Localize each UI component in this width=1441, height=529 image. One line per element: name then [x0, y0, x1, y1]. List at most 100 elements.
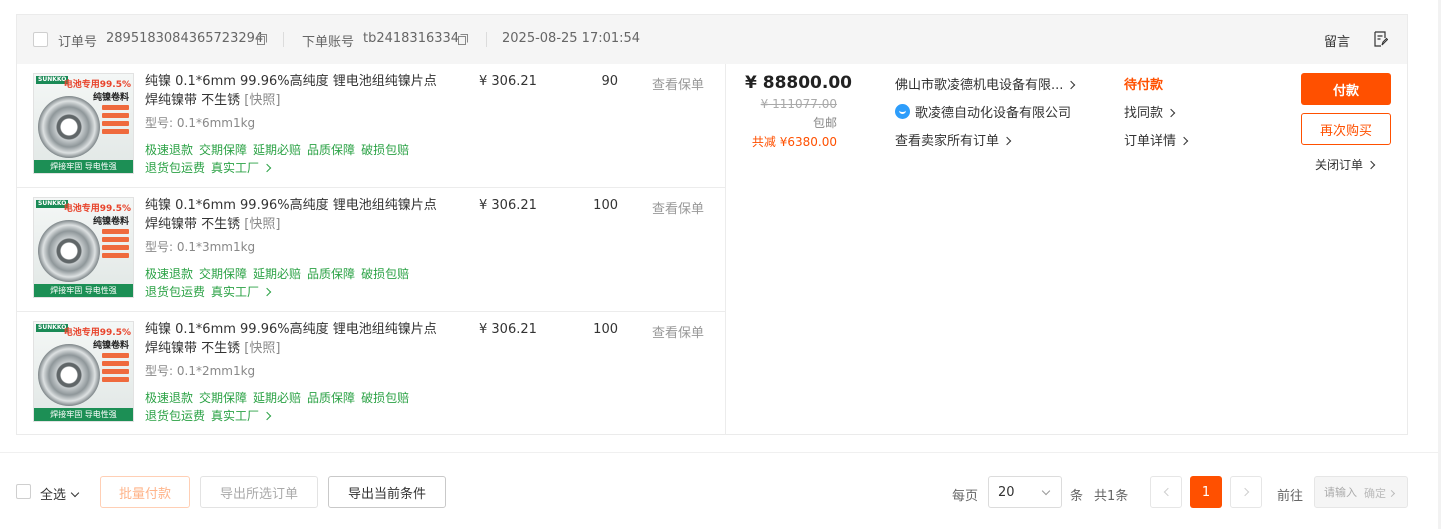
- chevron-right-icon: [1166, 108, 1176, 118]
- service-tags: 极速退款 交期保障 延期必赔 品质保障 破损包赔: [145, 389, 415, 406]
- chat-icon[interactable]: [895, 104, 910, 119]
- service-tags: 极速退款 交期保障 延期必赔 品质保障 破损包赔: [145, 141, 415, 158]
- select-all-label[interactable]: 全选: [40, 488, 66, 503]
- pay-button[interactable]: 付款: [1301, 73, 1391, 105]
- thumb-headline: 电池专用99.5%: [63, 328, 131, 338]
- goto-confirm-button[interactable]: 确定: [1364, 485, 1396, 501]
- service-tag: 交期保障: [199, 267, 248, 281]
- service-tags: 极速退款 交期保障 延期必赔 品质保障 破损包赔: [145, 265, 415, 282]
- product-title[interactable]: 纯镍 0.1*6mm 99.96%高纯度 锂电池组纯镍片点焊纯镍带 不生锈 [快…: [145, 196, 445, 234]
- service-tag: 品质保障: [307, 391, 356, 405]
- model-label: 型号:: [145, 364, 174, 378]
- order-checkbox[interactable]: [33, 32, 48, 47]
- per-page-label: 每页: [952, 489, 979, 504]
- service-tag: 极速退款: [145, 267, 194, 281]
- copy-icon[interactable]: [257, 34, 267, 45]
- quantity: 100: [593, 322, 618, 337]
- footer-divider: [0, 452, 1441, 453]
- product-title-text[interactable]: 纯镍 0.1*6mm 99.96%高纯度 锂电池组纯镍片点焊纯镍带 不生锈: [145, 74, 437, 108]
- next-page-button[interactable]: [1230, 476, 1262, 508]
- total-count: 共1条: [1094, 489, 1129, 504]
- order-detail-link[interactable]: 订单详情: [1124, 130, 1189, 149]
- model-label: 型号:: [145, 116, 174, 130]
- close-order-link[interactable]: 关闭订单: [1315, 156, 1376, 173]
- find-similar-label[interactable]: 找同款: [1124, 106, 1163, 121]
- shop-name[interactable]: 佛山市歌凌德机电设备有限...: [895, 78, 1063, 93]
- current-page-button[interactable]: 1: [1190, 476, 1222, 508]
- chevron-right-icon: [262, 163, 272, 173]
- service-tag: 延期必赔: [253, 267, 302, 281]
- page-size-select[interactable]: 20: [988, 476, 1062, 508]
- product-title[interactable]: 纯镍 0.1*6mm 99.96%高纯度 锂电池组纯镍片点焊纯镍带 不生锈 [快…: [145, 72, 445, 110]
- batch-pay-button[interactable]: 批量付款: [100, 476, 190, 508]
- product-image[interactable]: SUNKKO 电池专用99.5% 纯镍卷料 焊接牢固 导电性强: [33, 73, 134, 174]
- chevron-left-icon: [1163, 487, 1173, 497]
- unit-price: ¥ 306.21: [479, 322, 537, 337]
- service-tags[interactable]: 退货包运费 真实工厂: [145, 283, 272, 300]
- select-all-dropdown[interactable]: 全选: [40, 484, 80, 503]
- seller-all-orders-link[interactable]: 查看卖家所有订单: [895, 130, 1012, 149]
- seller-company[interactable]: 歌凌德自动化设备有限公司: [915, 106, 1071, 121]
- quantity: 90: [601, 74, 618, 89]
- service-tag: 品质保障: [307, 267, 356, 281]
- note-icon[interactable]: [1374, 31, 1388, 47]
- service-tag: 破损包赔: [361, 391, 410, 405]
- thumb-tags: [102, 229, 129, 261]
- service-tag: 极速退款: [145, 391, 194, 405]
- rebuy-button[interactable]: 再次购买: [1301, 113, 1391, 145]
- find-similar-link[interactable]: 找同款: [1124, 102, 1176, 121]
- service-tag: 退货包运费: [145, 161, 206, 175]
- product-title-text[interactable]: 纯镍 0.1*6mm 99.96%高纯度 锂电池组纯镍片点焊纯镍带 不生锈: [145, 198, 437, 232]
- product-image[interactable]: SUNKKO 电池专用99.5% 纯镍卷料 焊接牢固 导电性强: [33, 321, 134, 422]
- service-tag: 退货包运费: [145, 409, 206, 423]
- thumb-headline: 电池专用99.5%: [63, 204, 131, 214]
- product-title-text[interactable]: 纯镍 0.1*6mm 99.96%高纯度 锂电池组纯镍片点焊纯镍带 不生锈: [145, 322, 437, 356]
- account-name: tb2418316334: [363, 31, 460, 46]
- service-tags[interactable]: 退货包运费 真实工厂: [145, 159, 272, 176]
- nickel-coil-graphic: [38, 220, 100, 282]
- product-title[interactable]: 纯镍 0.1*6mm 99.96%高纯度 锂电池组纯镍片点焊纯镍带 不生锈 [快…: [145, 320, 445, 358]
- product-image[interactable]: SUNKKO 电池专用99.5% 纯镍卷料 焊接牢固 导电性强: [33, 197, 134, 298]
- chevron-right-icon: [1240, 487, 1250, 497]
- goto-label: 前往: [1277, 489, 1304, 504]
- unit-price: ¥ 306.21: [479, 198, 537, 213]
- close-order-label[interactable]: 关闭订单: [1315, 158, 1363, 172]
- copy-icon[interactable]: [458, 34, 468, 45]
- order-header: 订单号 2895183084365723294 下单账号 tb241831633…: [17, 15, 1407, 64]
- chevron-right-icon: [262, 287, 272, 297]
- snapshot-link[interactable]: [快照]: [244, 341, 280, 356]
- service-tags[interactable]: 退货包运费 真实工厂: [145, 407, 272, 424]
- chevron-right-icon: [1002, 136, 1012, 146]
- service-tag: 真实工厂: [211, 161, 260, 175]
- chevron-down-icon: [1041, 486, 1051, 496]
- goto-page-input[interactable]: [1316, 478, 1364, 506]
- discount-amount[interactable]: 共减 ¥6380.00: [737, 133, 837, 150]
- view-policy-link[interactable]: 查看保单: [652, 322, 704, 341]
- order-item: SUNKKO 电池专用99.5% 纯镍卷料 焊接牢固 导电性强 纯镍 0.1*6…: [17, 188, 725, 312]
- message-link[interactable]: 留言: [1324, 31, 1350, 50]
- thumb-tags: [102, 353, 129, 385]
- order-total: ¥ 88800.00: [745, 73, 853, 93]
- export-selected-button[interactable]: 导出所选订单: [200, 476, 318, 508]
- service-tag: 延期必赔: [253, 143, 302, 157]
- view-policy-link[interactable]: 查看保单: [652, 198, 704, 217]
- snapshot-link[interactable]: [快照]: [244, 217, 280, 232]
- order-item: SUNKKO 电池专用99.5% 纯镍卷料 焊接牢固 导电性强 纯镍 0.1*6…: [17, 312, 725, 436]
- select-all-checkbox[interactable]: [16, 484, 31, 499]
- snapshot-link[interactable]: [快照]: [244, 93, 280, 108]
- product-model: 型号: 0.1*3mm1kg: [145, 238, 255, 255]
- nickel-coil-graphic: [38, 96, 100, 158]
- export-current-button[interactable]: 导出当前条件: [328, 476, 446, 508]
- seller-all-orders-label[interactable]: 查看卖家所有订单: [895, 134, 999, 149]
- product-model: 型号: 0.1*2mm1kg: [145, 362, 255, 379]
- shop-link[interactable]: 佛山市歌凌德机电设备有限...: [895, 74, 1076, 93]
- order-detail-label[interactable]: 订单详情: [1124, 134, 1176, 149]
- service-tag: 真实工厂: [211, 285, 260, 299]
- view-policy-link[interactable]: 查看保单: [652, 74, 704, 93]
- thumb-subline: 纯镍卷料: [92, 217, 129, 227]
- service-tag: 交期保障: [199, 143, 248, 157]
- service-tag: 品质保障: [307, 143, 356, 157]
- goto-confirm-label[interactable]: 确定: [1364, 487, 1386, 500]
- seller-contact[interactable]: 歌凌德自动化设备有限公司: [895, 102, 1071, 121]
- prev-page-button[interactable]: [1150, 476, 1182, 508]
